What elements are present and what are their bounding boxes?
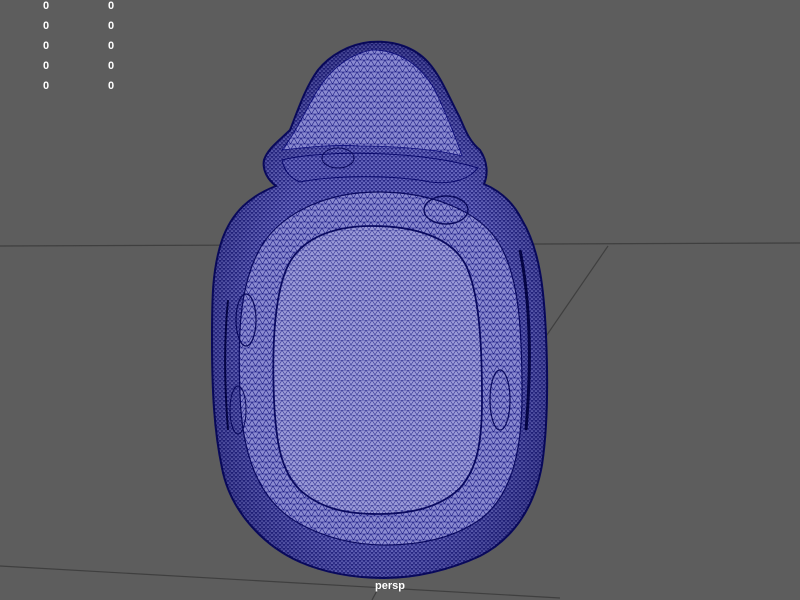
hud-value: 0 [43,40,50,52]
camera-name-label: persp [375,580,405,592]
grid-line [539,245,609,346]
hud-value: 0 [43,0,50,12]
hud-value: 0 [108,40,115,52]
hud-row: 0 0 [0,60,140,74]
hud-value: 0 [43,80,50,92]
hud-row: 0 0 [0,20,140,34]
hud-row: 0 0 [0,80,140,94]
grid-line [0,565,561,599]
hud-value: 0 [108,0,115,12]
hud-row: 0 0 [0,0,140,14]
hud-value: 0 [43,20,50,32]
hud-value: 0 [108,60,115,72]
hud-value: 0 [43,60,50,72]
hud-row: 0 0 [0,40,140,54]
hud-value: 0 [108,80,115,92]
heads-up-display: 0 0 0 0 0 0 0 0 0 0 [0,0,140,100]
hud-value: 0 [108,20,115,32]
wireframe-mesh[interactable] [210,40,549,580]
mesh-inner-bowl [272,225,483,515]
perspective-viewport[interactable]: 0 0 0 0 0 0 0 0 0 0 persp [0,0,800,600]
